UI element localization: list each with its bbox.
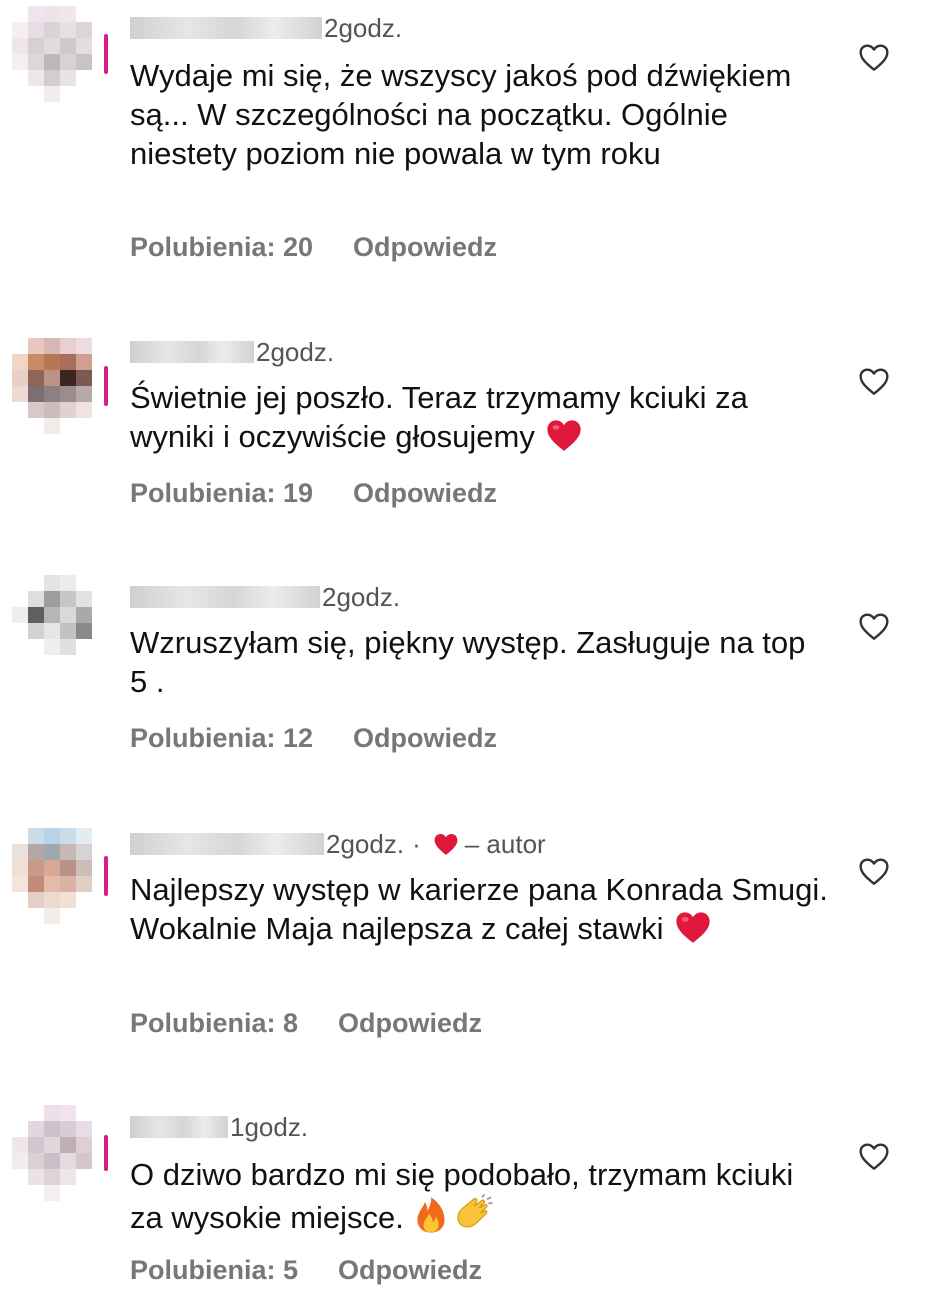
heart-filled-icon (433, 832, 459, 856)
heart-outline-icon[interactable] (858, 611, 890, 641)
author-label: – autor (464, 828, 546, 859)
comment-time: 2godz. (256, 336, 335, 367)
likes-count[interactable]: Polubienia: 5 (130, 1255, 298, 1285)
likes-count[interactable]: Polubienia: 20 (130, 232, 313, 262)
avatar[interactable] (12, 828, 108, 924)
heart-outline-icon[interactable] (858, 42, 890, 72)
comment-meta: 1godz. (130, 1111, 308, 1143)
heart-outline-icon[interactable] (858, 856, 890, 886)
comment-meta: 2godz. (130, 12, 402, 44)
reply-button[interactable]: Odpowiedz (338, 1255, 482, 1285)
comment-actions: Polubienia: 20 Odpowiedz (130, 232, 537, 263)
reply-button[interactable]: Odpowiedz (353, 478, 497, 508)
username[interactable] (130, 586, 320, 608)
red-heart-emoji (674, 909, 712, 954)
comment-text: Świetnie jej poszło. Teraz trzymamy kciu… (130, 378, 830, 462)
comment-text: Wydaje mi się, że wszyscy jakoś pod dźwi… (130, 58, 792, 171)
comment-text: Najlepszy występ w karierze pana Konrada… (130, 870, 830, 954)
reply-button[interactable]: Odpowiedz (353, 723, 497, 753)
fire-emoji (414, 1196, 448, 1243)
comment-actions: Polubienia: 19 Odpowiedz (130, 478, 537, 509)
clapping-hands-emoji (454, 1193, 494, 1243)
comment-actions: Polubienia: 12 Odpowiedz (130, 723, 537, 754)
username[interactable] (130, 341, 254, 363)
comment-text: O dziwo bardzo mi się podobało, trzymam … (130, 1155, 830, 1243)
comment-time: 1godz. (230, 1111, 309, 1142)
likes-count[interactable]: Polubienia: 19 (130, 478, 313, 508)
likes-count[interactable]: Polubienia: 12 (130, 723, 313, 753)
username[interactable] (130, 1116, 228, 1138)
avatar[interactable] (12, 1105, 108, 1201)
comment-actions: Polubienia: 5 Odpowiedz (130, 1255, 522, 1286)
username[interactable] (130, 833, 324, 855)
comment-text: Wzruszyłam się, piękny występ. Zasługuje… (130, 625, 806, 699)
meta-separator: · (412, 828, 421, 859)
comment-time: 2godz. (326, 828, 405, 859)
likes-count[interactable]: Polubienia: 8 (130, 1008, 298, 1038)
avatar[interactable] (12, 575, 108, 671)
comment-meta: 2godz. (130, 581, 400, 613)
reply-button[interactable]: Odpowiedz (353, 232, 497, 262)
comment-time: 2godz. (324, 12, 403, 43)
comment-actions: Polubienia: 8 Odpowiedz (130, 1008, 522, 1039)
reply-button[interactable]: Odpowiedz (338, 1008, 482, 1038)
comment-time: 2godz. (322, 581, 401, 612)
avatar[interactable] (12, 6, 108, 102)
heart-outline-icon[interactable] (858, 366, 890, 396)
red-heart-emoji (545, 417, 583, 462)
avatar[interactable] (12, 338, 108, 434)
comment-meta: 2godz. · – autor (130, 828, 546, 860)
comment-meta: 2godz. (130, 336, 334, 368)
username[interactable] (130, 17, 322, 39)
heart-outline-icon[interactable] (858, 1141, 890, 1171)
